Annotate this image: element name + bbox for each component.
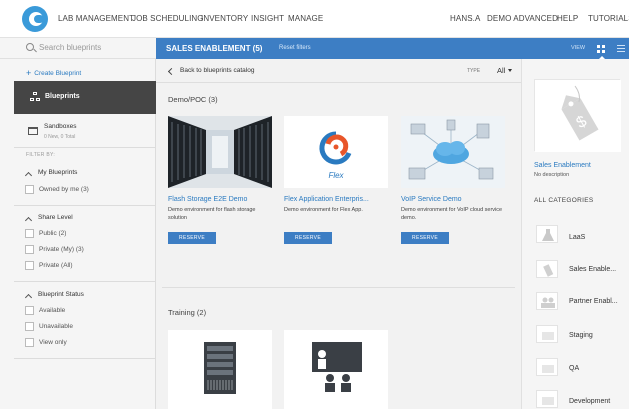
nav-demo-advanced[interactable]: DEMO ADVANCED [487,14,558,23]
checkbox-label: Owned by me (3) [39,186,89,193]
filter-section-share-level[interactable]: Share Level [38,214,73,221]
divider [14,147,156,148]
grid-view-icon[interactable] [597,45,605,53]
reset-filters-link[interactable]: Reset filters [279,45,311,51]
blueprint-card-description: Demo environment for flash storage solut… [168,207,256,221]
checkbox-view-only[interactable] [25,338,34,347]
checkbox-label: Private (All) [39,262,73,269]
checkbox-owned-by-me[interactable] [25,185,34,194]
reserve-button[interactable]: RESERVE [401,232,449,244]
flex-logo-text: Flex [328,171,344,180]
checkbox-private-all[interactable] [25,261,34,270]
plus-icon: + [26,68,32,78]
list-view-icon[interactable] [617,45,625,53]
nav-insight[interactable]: INSIGHT [251,14,284,23]
checkbox-private-my[interactable] [25,245,34,254]
blueprint-card-title[interactable]: VoIP Service Demo [401,196,462,203]
hierarchy-icon [30,92,40,102]
category-item-qa[interactable]: QA [569,365,579,372]
checkbox-label: View only [39,339,67,346]
chevron-up-icon[interactable] [24,171,33,180]
folder-icon[interactable] [536,358,558,376]
category-item-laas[interactable]: LaaS [569,234,585,241]
back-to-catalog-link[interactable]: Back to blueprints catalog [180,67,254,74]
blueprint-card-description: Demo environment for Flex App. [284,207,363,213]
checkbox-public[interactable] [25,229,34,238]
filter-section-my-blueprints[interactable]: My Blueprints [38,169,77,176]
blueprint-card-image[interactable] [284,330,388,409]
reserve-button[interactable]: RESERVE [168,232,216,244]
nav-manage[interactable]: MANAGE [288,14,323,23]
page-title: SALES ENABLEMENT (5) [166,44,263,53]
chevron-up-icon[interactable] [24,216,33,225]
type-filter-label: TYPE [467,68,481,74]
group-title: Training (2) [168,308,207,317]
search-input[interactable]: Search blueprints [0,38,156,59]
blueprint-card-image[interactable] [168,330,272,409]
top-navigation: LAB MANAGEMENT JOB SCHEDULING INVENTORY … [0,0,629,38]
nav-inventory[interactable]: INVENTORY [201,14,248,23]
category-panel: $ Sales Enablement No description ALL CA… [521,59,629,409]
view-label: VIEW [571,45,586,51]
blueprint-card-description: Demo environment for VoIP cloud service … [401,207,503,221]
filter-section-blueprint-status[interactable]: Blueprint Status [38,291,84,298]
checkbox-label: Public (2) [39,230,67,237]
search-placeholder: Search blueprints [39,43,102,52]
calendar-icon [28,127,38,135]
chevron-left-icon[interactable] [167,67,176,76]
sidebar: Search blueprints + Create Blueprint Blue… [0,38,156,409]
blueprint-card-image[interactable]: Flex [284,116,388,188]
category-item-sales-enablement[interactable]: Sales Enable... [569,266,616,273]
reserve-button[interactable]: RESERVE [284,232,332,244]
nav-tutorials[interactable]: TUTORIALS [588,14,629,23]
create-blueprint-label: Create Blueprint [34,70,82,77]
category-name: Sales Enablement [534,162,591,169]
type-filter-select[interactable]: All [497,66,505,75]
catalog-header: SALES ENABLEMENT (5) Reset filters VIEW [156,38,629,59]
blueprint-card-image[interactable] [168,116,272,188]
blueprint-card-image[interactable] [401,116,505,188]
sidebar-item-sandboxes[interactable]: Sandboxes [44,123,77,130]
divider [162,287,515,288]
chevron-up-icon[interactable] [24,293,33,302]
nav-job-scheduling[interactable]: JOB SCHEDULING [132,14,204,23]
blueprint-catalog: Back to blueprints catalog TYPE All Demo… [156,59,521,409]
divider [14,358,156,359]
nav-user[interactable]: HANS.A [450,14,480,23]
sandboxes-count: 0 New, 0 Total [44,134,76,140]
sidebar-item-label: Blueprints [45,93,80,100]
all-categories-heading: ALL CATEGORIES [534,197,594,204]
category-item-development[interactable]: Development [569,398,610,405]
category-item-staging[interactable]: Staging [569,332,593,339]
tag-icon[interactable] [536,260,558,278]
nav-help[interactable]: HELP [557,14,578,23]
app-logo-icon[interactable] [22,6,48,32]
divider [156,82,521,83]
nav-lab-management[interactable]: LAB MANAGEMENT [58,14,134,23]
search-icon [26,43,34,51]
blueprint-card-title[interactable]: Flash Storage E2E Demo [168,196,247,203]
checkbox-label: Available [39,307,66,314]
filter-by-label: FILTER BY: [26,152,56,158]
checkbox-label: Unavailable [39,323,73,330]
checkbox-available[interactable] [25,306,34,315]
create-blueprint-button[interactable]: + Create Blueprint [26,67,82,78]
blueprint-card-title[interactable]: Flex Application Enterpris... [284,196,369,203]
folder-icon[interactable] [536,325,558,343]
checkbox-label: Private (My) (3) [39,246,84,253]
category-item-partner-enablement[interactable]: Partner Enabl... [569,298,618,305]
group-title: Demo/POC (3) [168,95,218,104]
category-description: No description [534,172,570,178]
folder-icon[interactable] [536,390,558,408]
caret-down-icon[interactable] [508,69,512,72]
divider [14,281,156,282]
flask-icon[interactable] [536,225,558,243]
sidebar-item-blueprints[interactable]: Blueprints [14,81,156,114]
price-tag-icon: $ [534,79,621,152]
checkbox-unavailable[interactable] [25,322,34,331]
divider [14,205,156,206]
people-icon[interactable] [536,292,558,310]
